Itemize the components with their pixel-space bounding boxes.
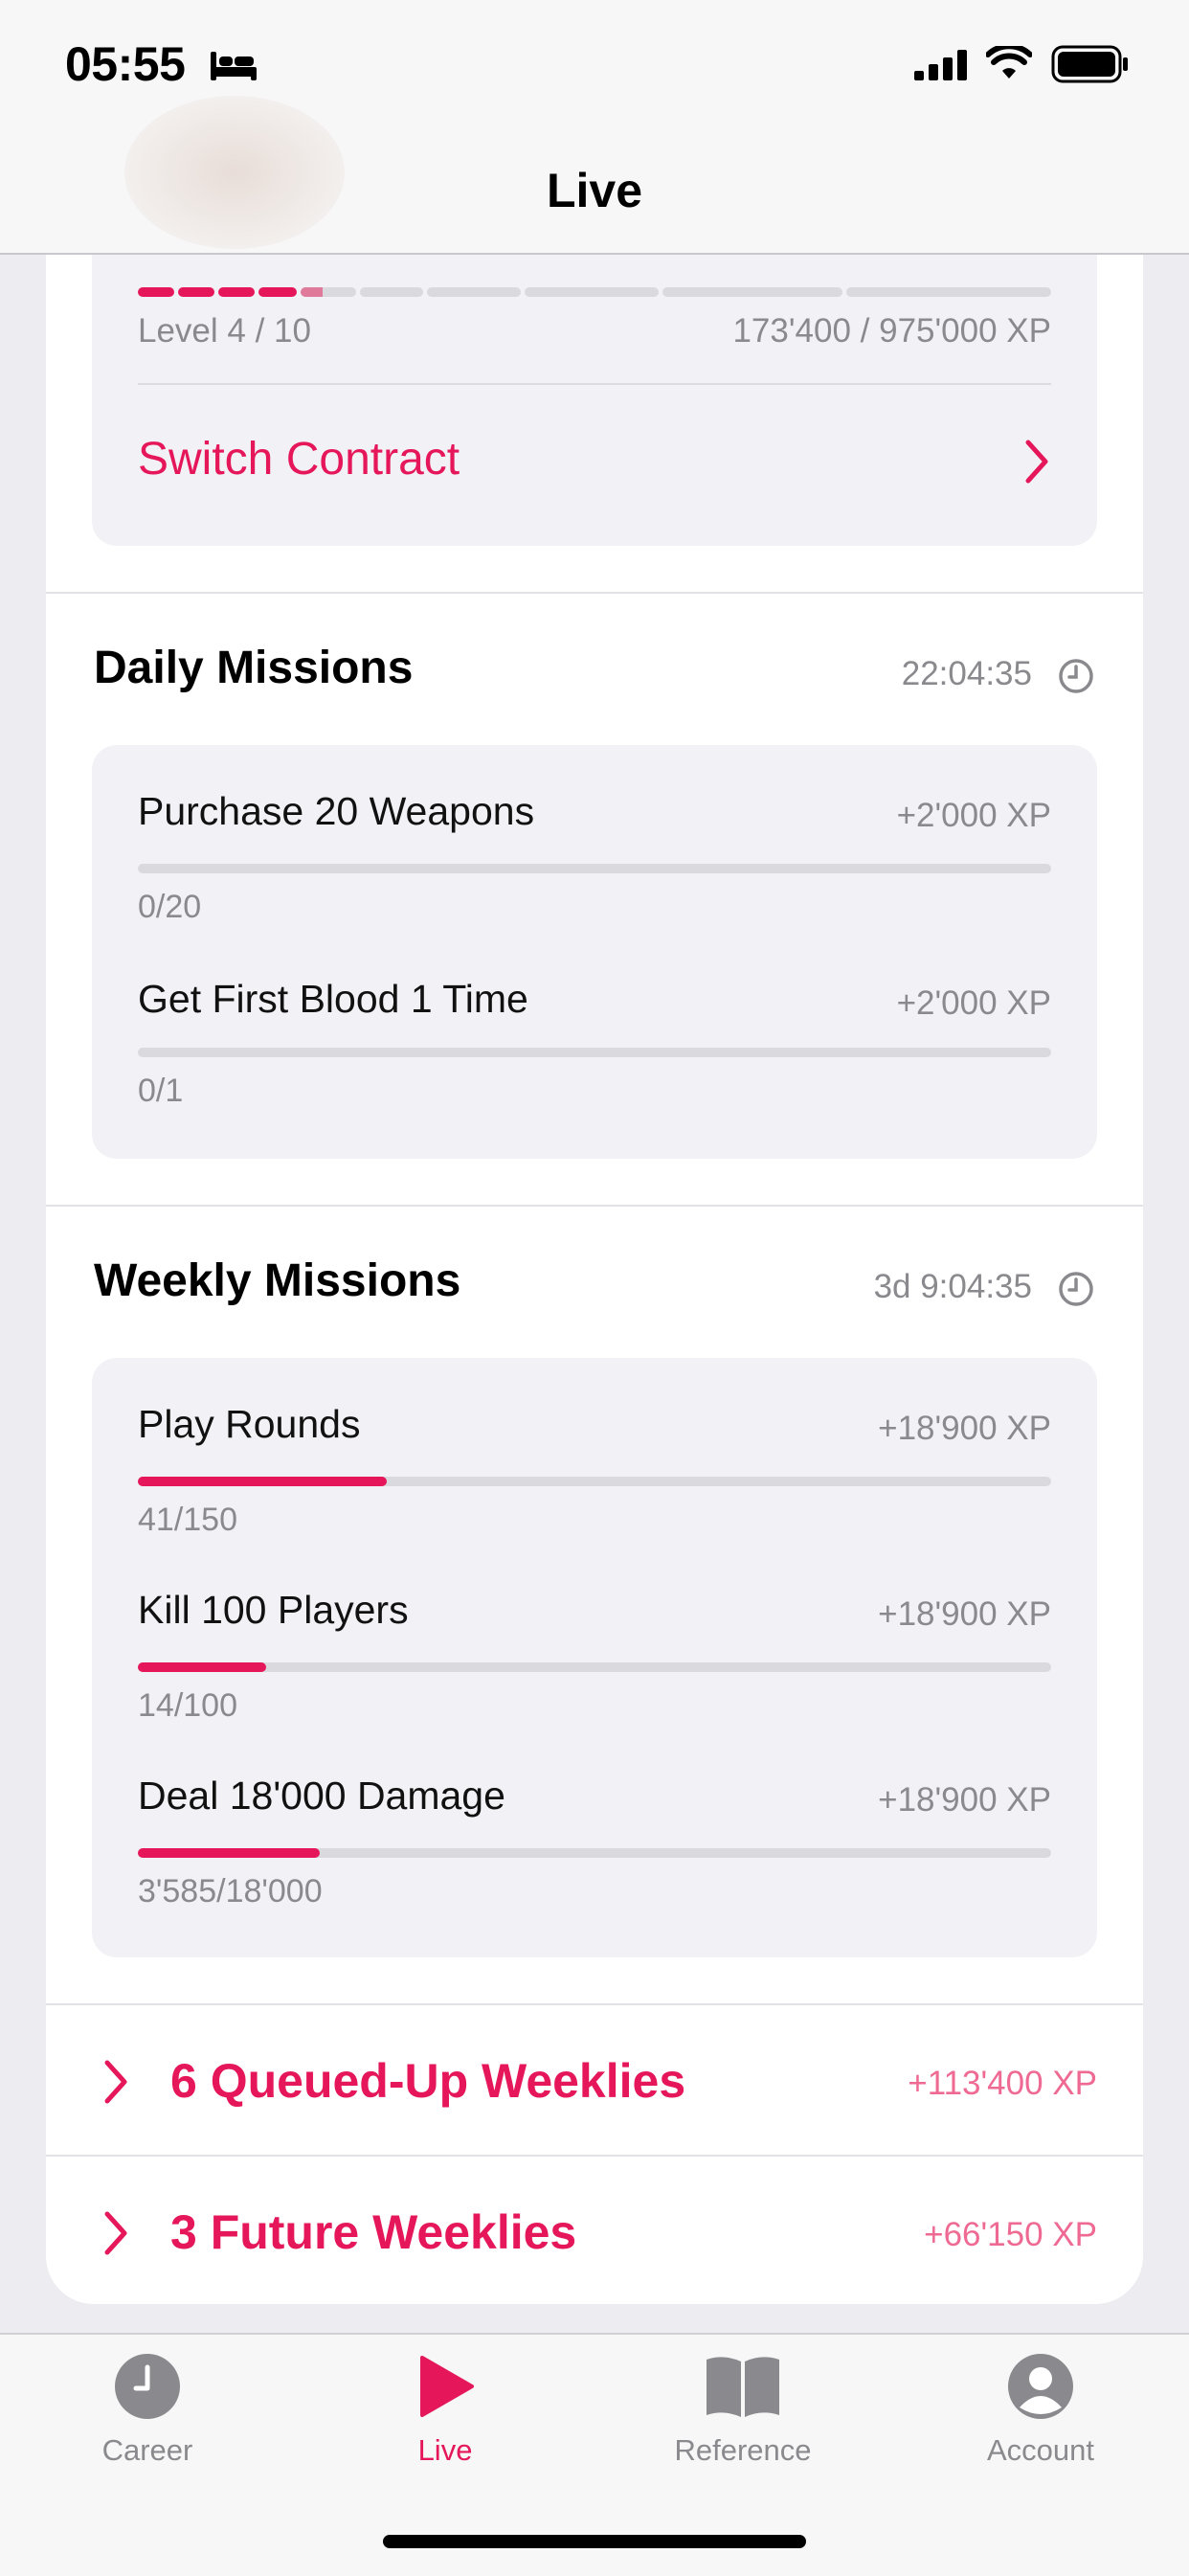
mission-xp: +2'000 XP (896, 984, 1051, 1022)
section-divider (46, 1205, 1143, 1207)
mission-xp: +18'900 XP (878, 1781, 1051, 1819)
mission-title: Get First Blood 1 Time (138, 977, 528, 1021)
weekly-missions-title: Weekly Missions (94, 1255, 461, 1306)
mission-progress-bar (138, 1477, 1051, 1486)
tab-career[interactable]: Career (33, 2352, 262, 2468)
contract-progress-segment (525, 287, 659, 297)
page-title: Live (546, 164, 643, 217)
play-icon (420, 2356, 474, 2417)
contract-xp: 173'400 / 975'000 XP (732, 312, 1051, 350)
contract-progress-bar (138, 287, 1051, 297)
mission-progress-fill (138, 1477, 388, 1486)
tab-label: Career (101, 2433, 193, 2467)
mission-title: Purchase 20 Weapons (138, 789, 535, 833)
section-divider (46, 592, 1143, 594)
chevron-right-icon (104, 2211, 127, 2255)
switch-contract-button[interactable]: Switch Contract (92, 385, 1097, 546)
signal-icon (914, 50, 967, 80)
mission-progress: 14/100 (138, 1687, 237, 1724)
daily-timer: 22:04:35 (901, 655, 1032, 692)
clock-icon (1059, 659, 1093, 693)
mission-progress: 3'585/18'000 (138, 1873, 323, 1909)
future-weeklies-label: 3 Future Weeklies (170, 2205, 577, 2259)
mission-xp: +18'900 XP (878, 1410, 1051, 1447)
mission-item: Kill 100 Players +18'900 XP 14/100 (92, 1544, 1097, 1729)
mission-progress-bar (138, 1848, 1051, 1858)
future-weeklies-row[interactable]: 3 Future Weeklies +66'150 XP (46, 2157, 1143, 2304)
sleep-bed-icon (211, 52, 257, 80)
mission-progress: 41/150 (138, 1502, 237, 1538)
contract-progress-segment (846, 287, 1051, 297)
wifi-icon (986, 46, 1032, 79)
status-time: 05:55 (65, 37, 186, 91)
clock-icon (115, 2354, 180, 2419)
mission-xp: +2'000 XP (896, 797, 1051, 834)
contract-progress-segment (138, 287, 174, 297)
contract-progress-segment (178, 287, 214, 297)
person-icon (1008, 2354, 1073, 2419)
tab-label: Reference (674, 2433, 812, 2467)
mission-progress: 0/20 (138, 889, 202, 925)
tab-live[interactable]: Live (330, 2352, 560, 2468)
chevron-right-icon (104, 2060, 127, 2104)
contract-progress-segment (218, 287, 255, 297)
mission-title: Play Rounds (138, 1402, 361, 1446)
contract-progress-segment (258, 287, 297, 297)
contract-progress-segment (301, 287, 356, 297)
mission-progress-fill (138, 1848, 320, 1858)
switch-contract-label: Switch Contract (138, 434, 460, 485)
home-indicator (383, 2535, 806, 2548)
queued-weeklies-xp: +113'400 XP (908, 2065, 1097, 2102)
mission-xp: +18'900 XP (878, 1595, 1051, 1633)
mission-progress-bar (138, 864, 1051, 873)
weekly-missions-card: Play Rounds +18'900 XP 41/150 Kill 100 P… (92, 1358, 1097, 1957)
tab-label: Account (986, 2433, 1094, 2467)
mission-title: Kill 100 Players (138, 1588, 409, 1632)
tab-reference[interactable]: Reference (628, 2352, 858, 2468)
daily-missions-card: Purchase 20 Weapons +2'000 XP 0/20 Get F… (92, 745, 1097, 1159)
daily-missions-title: Daily Missions (94, 643, 414, 693)
contract-progress-segment (427, 287, 521, 297)
queued-weeklies-label: 6 Queued-Up Weeklies (170, 2054, 686, 2108)
mission-progress: 0/1 (138, 1073, 184, 1109)
mission-progress-bar (138, 1048, 1051, 1057)
mission-item: Play Rounds +18'900 XP 41/150 (92, 1358, 1097, 1544)
clock-icon (1059, 1272, 1093, 1306)
mission-item: Deal 18'000 Damage +18'900 XP 3'585/18'0… (92, 1729, 1097, 1915)
contract-progress-segment (360, 287, 423, 297)
queued-weeklies-row[interactable]: 6 Queued-Up Weeklies +113'400 XP (46, 2005, 1143, 2157)
weekly-timer: 3d 9:04:35 (873, 1268, 1032, 1305)
mission-item: Get First Blood 1 Time +2'000 XP 0/1 (92, 933, 1097, 1120)
contract-progress-segment (662, 287, 842, 297)
mission-title: Deal 18'000 Damage (138, 1774, 505, 1818)
future-weeklies-xp: +66'150 XP (924, 2216, 1097, 2253)
contract-level: Level 4 / 10 (138, 312, 311, 350)
mission-progress-bar (138, 1662, 1051, 1672)
mission-progress-fill (138, 1662, 266, 1672)
main-card: Level 4 / 10 173'400 / 975'000 XP Switch… (46, 255, 1143, 2304)
battery-icon (1051, 45, 1128, 83)
book-icon (707, 2357, 779, 2417)
tab-account[interactable]: Account (926, 2352, 1155, 2468)
tab-label: Live (417, 2433, 473, 2467)
mission-item: Purchase 20 Weapons +2'000 XP 0/20 (92, 745, 1097, 933)
chevron-right-icon (1025, 440, 1048, 484)
contract-card: Level 4 / 10 173'400 / 975'000 XP Switch… (92, 255, 1097, 546)
